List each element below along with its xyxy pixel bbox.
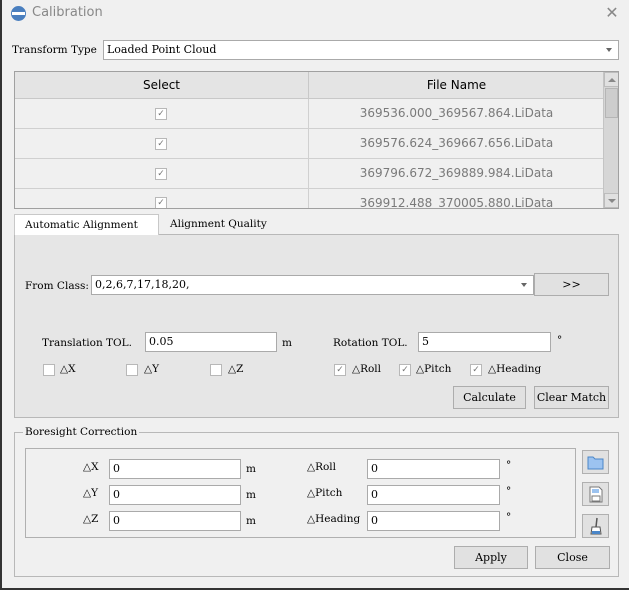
boresight-dx-unit: m <box>246 463 256 475</box>
from-class-label: From Class: <box>25 280 89 292</box>
scroll-up-icon[interactable] <box>604 72 618 87</box>
boresight-title: Boresight Correction <box>23 426 140 438</box>
save-file-button[interactable] <box>582 482 609 506</box>
tab-automatic-alignment[interactable]: Automatic Alignment <box>14 214 159 235</box>
calibration-dialog: Calibration ✕ Transform Type Loaded Poin… <box>0 0 629 590</box>
file-name-cell: 369912.488_370005.880.LiData <box>359 196 554 209</box>
scroll-down-icon[interactable] <box>604 193 618 208</box>
boresight-dpitch-label: △Pitch <box>307 487 343 499</box>
boresight-correction-group: Boresight Correction △X 0 m △Y 0 m △Z 0 … <box>14 426 619 577</box>
delta-z-checkbox[interactable] <box>210 364 222 376</box>
save-icon <box>589 486 603 503</box>
automatic-alignment-panel: From Class: 0,2,6,7,17,18,20, >> Transla… <box>14 234 619 418</box>
file-name-cell: 369576.624_369667.656.LiData <box>359 136 554 150</box>
boresight-dheading-unit: ° <box>506 511 512 523</box>
delta-x-label: △X <box>60 363 76 375</box>
transform-type-label: Transform Type <box>12 44 97 56</box>
table-row[interactable]: ✓ 369796.672_369889.984.LiData <box>15 159 604 189</box>
boresight-dx-label: △X <box>83 461 99 473</box>
transform-type-select[interactable]: Loaded Point Cloud <box>103 40 619 60</box>
rotation-tol-label: Rotation TOL. <box>333 337 408 349</box>
scroll-thumb[interactable] <box>605 88 618 118</box>
boresight-droll-label: △Roll <box>307 461 337 473</box>
delta-heading-checkbox[interactable]: ✓ <box>470 364 482 376</box>
boresight-dz-unit: m <box>246 515 256 527</box>
boresight-dy-input[interactable]: 0 <box>109 485 241 505</box>
tab-alignment-quality[interactable]: Alignment Quality <box>160 214 277 235</box>
chevron-down-icon <box>521 283 527 287</box>
from-class-select[interactable]: 0,2,6,7,17,18,20, <box>91 275 534 295</box>
column-header-file-name[interactable]: File Name <box>309 72 604 99</box>
boresight-dx-input[interactable]: 0 <box>109 459 241 479</box>
translation-tol-input[interactable]: 0.05 <box>145 332 277 352</box>
row-checkbox[interactable]: ✓ <box>155 108 167 120</box>
file-name-cell: 369796.672_369889.984.LiData <box>359 166 554 180</box>
close-icon[interactable]: ✕ <box>603 4 621 22</box>
close-button[interactable]: Close <box>535 546 610 569</box>
boresight-droll-input[interactable]: 0 <box>367 459 500 479</box>
boresight-dz-input[interactable]: 0 <box>109 511 241 531</box>
table-row[interactable]: ✓ 369536.000_369567.864.LiData <box>15 99 604 129</box>
clear-match-button[interactable]: Clear Match <box>534 386 609 409</box>
rotation-tol-input[interactable]: 5 <box>418 332 551 352</box>
title-bar: Calibration ✕ <box>2 0 629 28</box>
column-header-select[interactable]: Select <box>15 72 309 99</box>
delta-y-label: △Y <box>144 363 160 375</box>
delta-heading-label: △Heading <box>488 363 542 375</box>
row-checkbox[interactable]: ✓ <box>155 138 167 150</box>
table-header: Select File Name <box>15 72 604 99</box>
select-cell: ✓ <box>15 189 309 208</box>
from-class-value: 0,2,6,7,17,18,20, <box>95 278 190 291</box>
file-name-cell: 369536.000_369567.864.LiData <box>359 106 554 120</box>
delta-y-checkbox[interactable] <box>126 364 138 376</box>
window-title: Calibration <box>32 5 103 20</box>
file-table: Select File Name ✓ 369536.000_369567.864… <box>14 71 619 209</box>
boresight-dy-unit: m <box>246 489 256 501</box>
clear-button[interactable] <box>582 514 609 538</box>
delta-pitch-checkbox[interactable]: ✓ <box>399 364 411 376</box>
open-file-button[interactable] <box>582 450 609 474</box>
row-checkbox[interactable]: ✓ <box>155 168 167 180</box>
open-folder-icon <box>587 456 604 470</box>
rotation-unit: ° <box>557 334 563 346</box>
delta-x-checkbox[interactable] <box>43 364 55 376</box>
boresight-dheading-label: △Heading <box>307 513 361 525</box>
boresight-dheading-input[interactable]: 0 <box>367 511 500 531</box>
translation-tol-label: Translation TOL. <box>42 337 132 349</box>
delta-z-label: △Z <box>228 363 244 375</box>
vertical-scrollbar[interactable] <box>603 72 618 208</box>
calculate-button[interactable]: Calculate <box>453 386 526 409</box>
boresight-dz-label: △Z <box>83 513 99 525</box>
row-checkbox[interactable]: ✓ <box>155 197 167 208</box>
delta-roll-label: △Roll <box>352 363 382 375</box>
from-class-more-button[interactable]: >> <box>534 273 609 296</box>
boresight-droll-unit: ° <box>506 459 512 471</box>
delta-roll-checkbox[interactable]: ✓ <box>334 364 346 376</box>
transform-type-value: Loaded Point Cloud <box>107 43 217 56</box>
delta-pitch-label: △Pitch <box>416 363 452 375</box>
select-cell: ✓ <box>15 99 309 129</box>
select-cell: ✓ <box>15 159 309 189</box>
chevron-down-icon <box>606 48 612 52</box>
translation-unit: m <box>282 337 292 349</box>
table-row[interactable]: ✓ 369576.624_369667.656.LiData <box>15 129 604 159</box>
app-logo-icon <box>11 6 26 21</box>
boresight-fields-box: △X 0 m △Y 0 m △Z 0 m △Roll 0 ° △Pitch 0 … <box>25 448 576 538</box>
boresight-dpitch-input[interactable]: 0 <box>367 485 500 505</box>
select-cell: ✓ <box>15 129 309 159</box>
boresight-dpitch-unit: ° <box>506 485 512 497</box>
apply-button[interactable]: Apply <box>454 546 528 569</box>
table-row[interactable]: ✓ 369912.488_370005.880.LiData <box>15 189 604 209</box>
clear-brush-icon <box>590 517 602 535</box>
boresight-dy-label: △Y <box>83 487 99 499</box>
